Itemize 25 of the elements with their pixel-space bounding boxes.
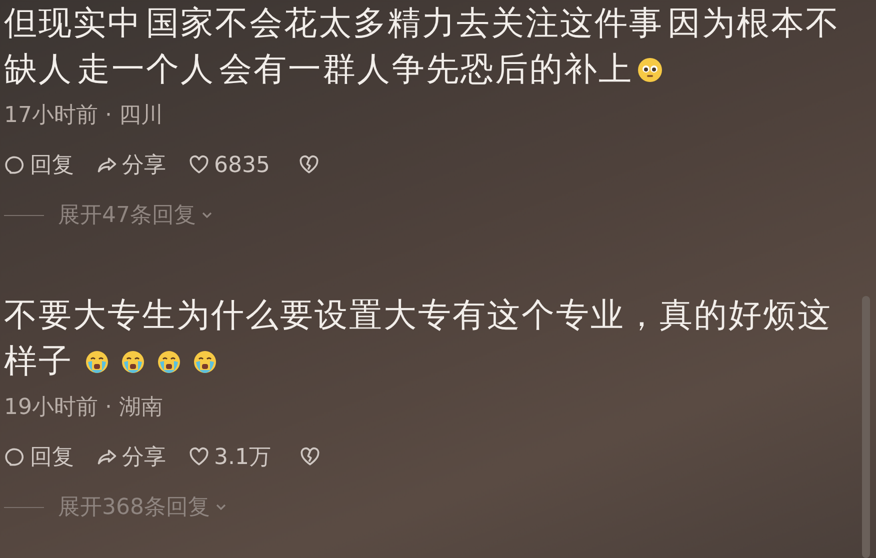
dislike-button[interactable] [299, 446, 321, 468]
reply-button[interactable]: 回复 [4, 442, 74, 472]
like-button[interactable]: 6835 [188, 152, 270, 178]
comment-text: 但现实中 国家不会花太多精力去关注这件事 因为根本不缺人 走一个人 会有一群人争先恐后的补上 [4, 2, 841, 90]
crying-face-icon [157, 350, 181, 374]
share-button[interactable]: 分享 [96, 150, 166, 180]
expand-replies-link[interactable]: 展开47条回复 [4, 200, 214, 230]
heart-icon [188, 154, 210, 176]
dislike-button[interactable] [298, 154, 320, 176]
comment-text: 不要大专生为什么要设置大专有这个专业，真的好烦这样子 [4, 294, 833, 382]
broken-heart-icon [298, 154, 320, 176]
teary-face-icon [636, 57, 663, 83]
crying-face-icon [121, 350, 145, 374]
crying-face-icon [193, 350, 217, 374]
scroll-bar[interactable] [862, 296, 870, 558]
reply-button[interactable]: 回复 [4, 150, 74, 180]
comment-meta: 17小时前 · 四川 [4, 102, 164, 130]
speech-bubble-icon [4, 446, 26, 468]
share-button[interactable]: 分享 [96, 442, 166, 472]
speech-bubble-icon [4, 154, 26, 176]
crying-face-icon [85, 350, 109, 374]
heart-icon [188, 446, 210, 468]
comment-meta: 19小时前 · 湖南 [4, 394, 164, 422]
broken-heart-icon [299, 446, 321, 468]
like-button[interactable]: 3.1万 [188, 442, 271, 472]
